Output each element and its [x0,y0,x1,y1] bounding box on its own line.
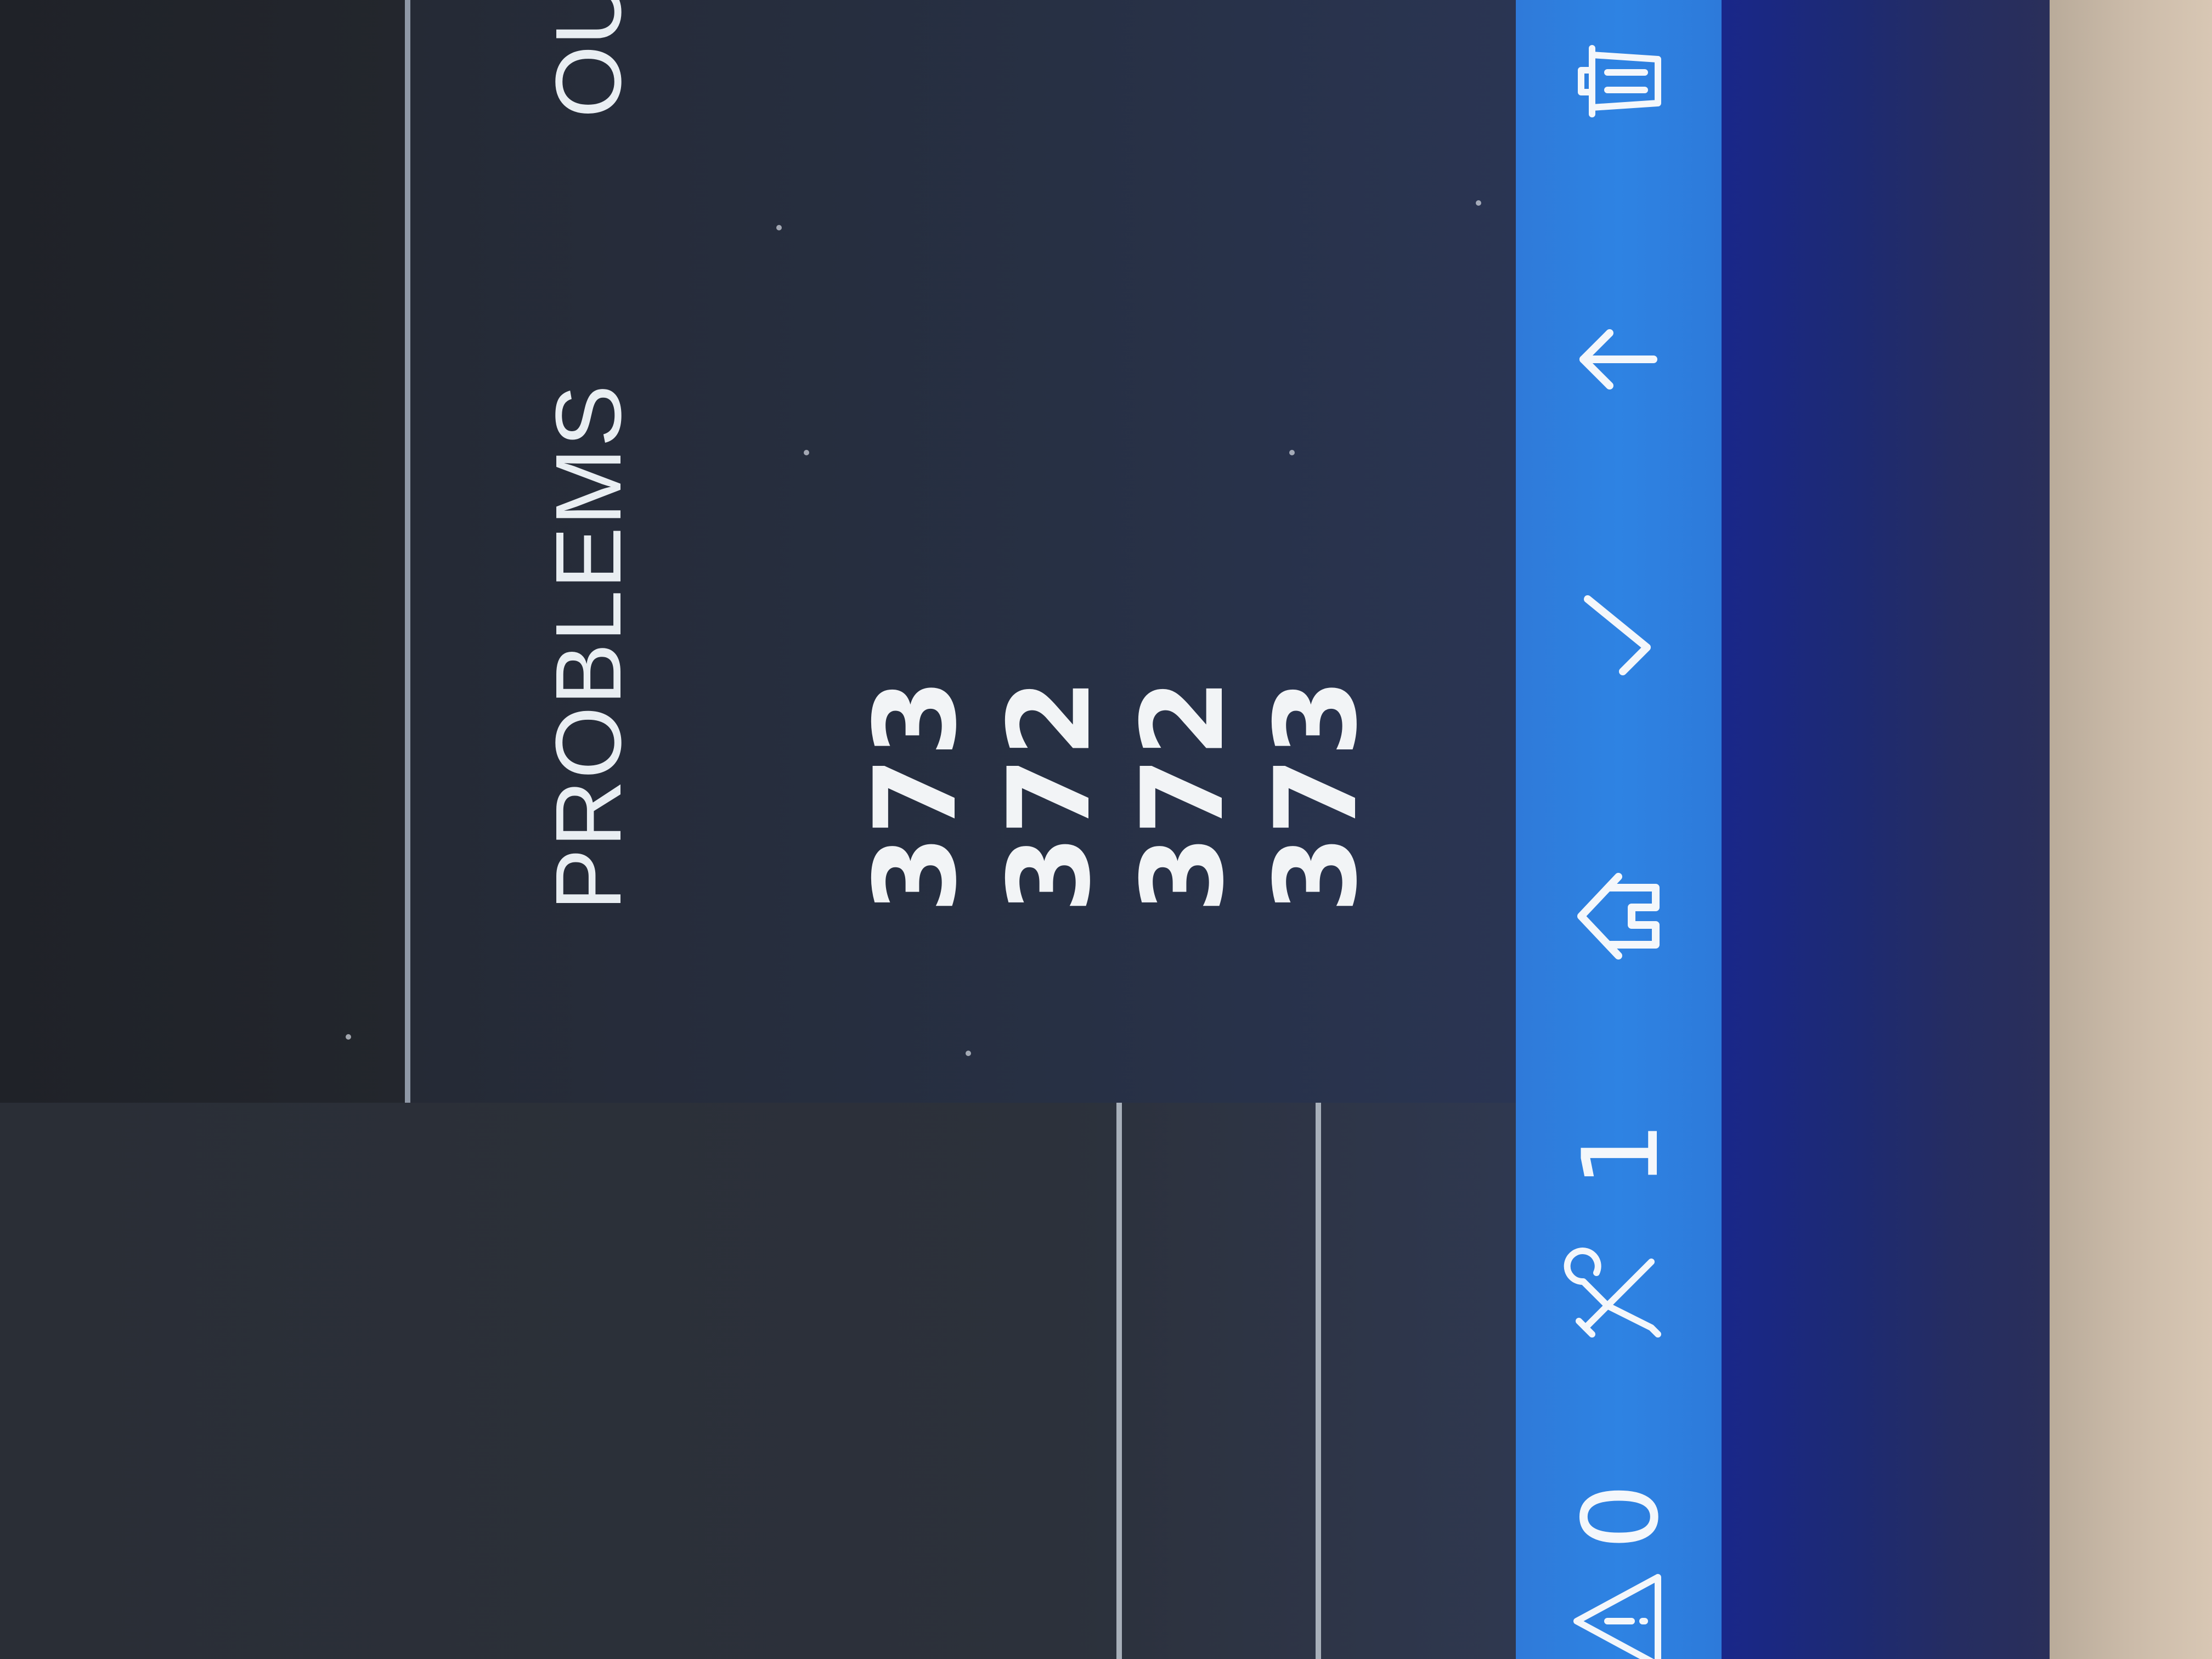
status-bar [1516,0,1722,1659]
pane-divider[interactable] [1316,1103,1321,1659]
tab-output-label: OU [537,0,641,118]
tab-problems[interactable]: PROBLEMS [535,383,642,911]
tools-count[interactable]: 1 [1560,1121,1681,1188]
pane-divider[interactable] [1116,1103,1122,1659]
home-icon[interactable] [1564,861,1673,971]
dust-speck [1289,450,1295,455]
dust-speck [1476,200,1481,206]
dust-speck [346,1034,351,1040]
dust-speck [804,450,809,455]
editor-panel-divider[interactable] [405,0,410,1103]
warning-icon[interactable] [1564,1566,1673,1659]
check-icon[interactable] [1564,582,1673,691]
screen-edge [1722,0,2050,1659]
dust-speck [966,1051,971,1056]
tab-output[interactable]: OU [535,0,642,118]
terminal-line: 373 [1251,679,1382,913]
tab-problems-label: PROBLEMS [537,383,641,911]
terminal-line: 373 [851,679,981,913]
lower-panel-area [0,1103,1516,1659]
dust-speck [776,225,782,230]
monitor-bezel [2050,0,2212,1659]
tools-icon[interactable] [1564,1240,1673,1350]
arrow-up-icon[interactable] [1564,304,1673,414]
terminal-line: 372 [1118,679,1249,913]
warning-count[interactable]: 0 [1560,1483,1681,1550]
editor-area[interactable] [0,0,406,1103]
trash-icon[interactable] [1564,26,1673,136]
terminal-line: 372 [985,679,1115,913]
screen-photo: PROBLEMS OU 373 372 372 373 1 0 [0,0,2212,1659]
